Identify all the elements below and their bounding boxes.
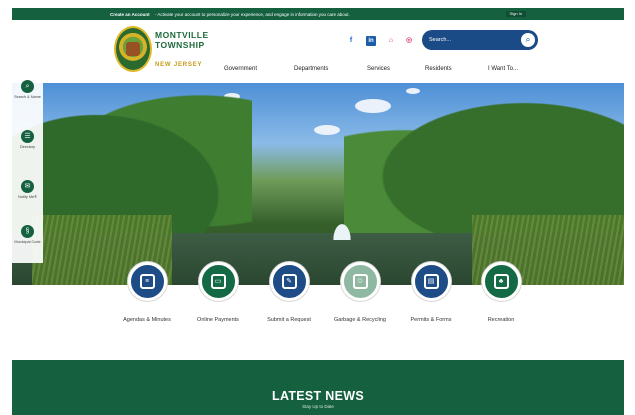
- logo-line-2: TOWNSHIP: [155, 40, 205, 50]
- fountain-spray: [330, 218, 354, 240]
- quick-link-label: Online Payments: [197, 317, 239, 323]
- quick-link-payments[interactable]: ▭ Online Payments: [183, 262, 253, 323]
- facebook-icon[interactable]: f: [346, 36, 356, 46]
- quick-link-garbage[interactable]: ♲ Garbage & Recycling: [325, 262, 395, 323]
- site-header: MONTVILLE TOWNSHIP NEW JERSEY f in ⌂ ◎ ⌕…: [12, 20, 624, 83]
- rail-item-label: Notify Me®: [18, 195, 37, 199]
- township-seal-logo[interactable]: [114, 26, 152, 72]
- account-message-text: - Activate your account to personalize y…: [154, 11, 350, 17]
- nav-departments[interactable]: Departments: [294, 66, 328, 72]
- agendas-icon: ≡: [127, 262, 167, 301]
- code-icon: §: [21, 225, 34, 238]
- rail-item-label: Search & Name: [14, 95, 41, 99]
- account-message: Create an Account - Activate your accoun…: [110, 12, 350, 17]
- rail-item-search[interactable]: ⌕ Search & Name: [12, 80, 43, 100]
- logo-state: NEW JERSEY: [155, 62, 203, 68]
- quick-link-label: Permits & Forms: [410, 317, 452, 323]
- quick-link-label: Agendas & Minutes: [123, 317, 171, 323]
- quick-link-label: Recreation: [487, 317, 515, 323]
- trash-icon: ♲: [340, 262, 380, 301]
- request-icon: ✎: [269, 262, 309, 301]
- quick-link-submit-request[interactable]: ✎ Submit a Request: [254, 262, 324, 323]
- quick-link-agendas[interactable]: ≡ Agendas & Minutes: [112, 262, 182, 323]
- search-input[interactable]: [429, 37, 519, 43]
- quick-link-rail: ⌕ Search & Name ☰ Directory ✉ Notify Me®…: [12, 75, 43, 263]
- rail-item-notify[interactable]: ✉ Notify Me®: [12, 180, 43, 200]
- quick-link-permits[interactable]: ▤ Permits & Forms: [396, 262, 466, 323]
- rail-item-label: Municipal Code: [14, 240, 41, 244]
- cloud-shape: [314, 125, 340, 135]
- create-account-link[interactable]: Create an Account: [110, 12, 150, 17]
- page: Create an Account - Activate your accoun…: [0, 0, 635, 415]
- notify-icon: ✉: [21, 180, 34, 193]
- latest-news-subtitle: Stay Up to Date: [302, 404, 334, 409]
- quick-link-label: Submit a Request: [267, 317, 311, 323]
- nav-government[interactable]: Government: [224, 66, 257, 72]
- nav-residents[interactable]: Residents: [425, 66, 452, 72]
- latest-news-title: LATEST NEWS: [272, 389, 364, 403]
- linkedin-icon[interactable]: in: [366, 36, 376, 46]
- recreation-icon: ♣: [481, 262, 521, 301]
- instagram-icon[interactable]: ◎: [404, 36, 414, 46]
- rail-item-directory[interactable]: ☰ Directory: [12, 130, 43, 150]
- permit-icon: ▤: [411, 262, 451, 301]
- account-bar: Create an Account - Activate your accoun…: [12, 8, 624, 20]
- rail-item-municipal-code[interactable]: § Municipal Code: [12, 225, 43, 245]
- search-icon[interactable]: ⌕: [521, 33, 535, 47]
- payment-icon: ▭: [198, 262, 238, 301]
- nav-i-want-to[interactable]: I Want To...: [488, 66, 518, 72]
- nextdoor-icon[interactable]: ⌂: [386, 36, 396, 46]
- sign-in-button[interactable]: Sign In: [505, 11, 526, 17]
- rail-item-label: Directory: [19, 145, 36, 149]
- directory-icon: ☰: [21, 130, 34, 143]
- logo-wordmark[interactable]: MONTVILLE TOWNSHIP: [155, 30, 209, 50]
- nav-services[interactable]: Services: [367, 66, 390, 72]
- hero-pond-image: [12, 83, 624, 285]
- search-bar: ⌕: [422, 30, 538, 50]
- quick-link-label: Garbage & Recycling: [334, 317, 386, 323]
- search-icon: ⌕: [21, 80, 34, 93]
- quick-link-recreation[interactable]: ♣ Recreation: [466, 262, 536, 323]
- latest-news-section: LATEST NEWS Stay Up to Date: [12, 360, 624, 415]
- logo-line-1: MONTVILLE: [155, 30, 209, 40]
